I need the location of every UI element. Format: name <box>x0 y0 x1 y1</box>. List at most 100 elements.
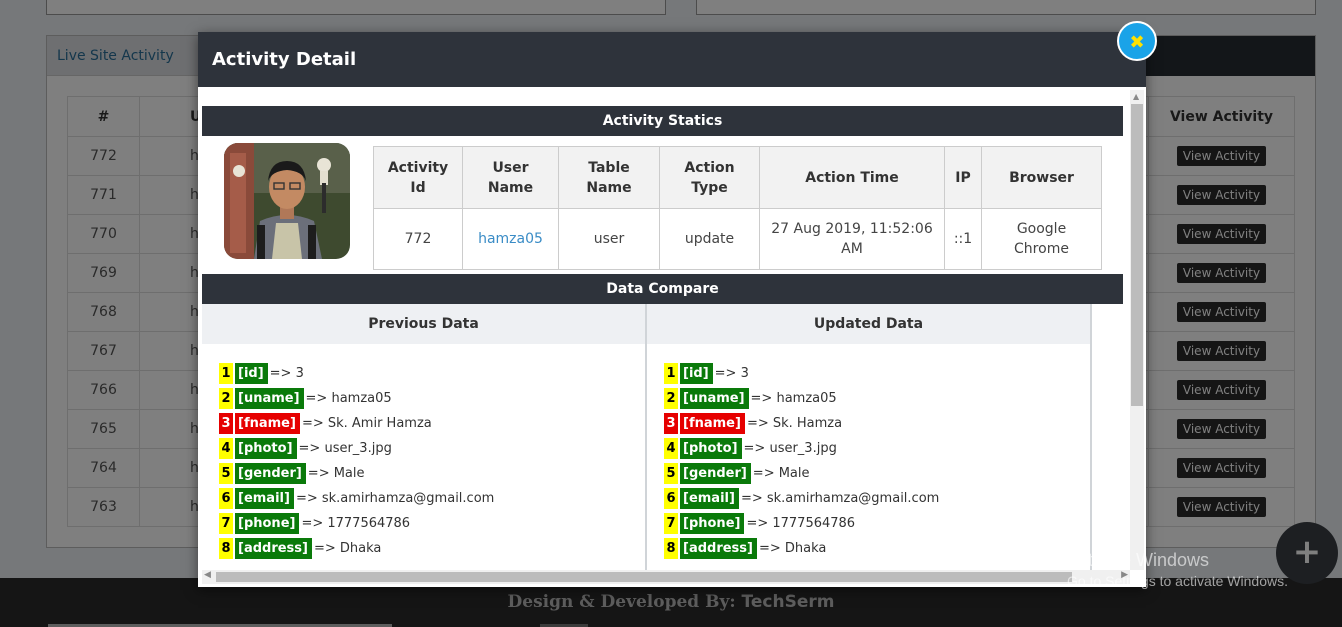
list-item: 7 [phone] => 1777564786 <box>219 511 645 536</box>
field-index: 1 <box>219 363 233 384</box>
vertical-scroll-thumb[interactable] <box>1131 104 1143 406</box>
list-item: 3 [fname] => Sk. Hamza <box>664 411 1090 436</box>
field-key: [uname] <box>235 388 304 409</box>
previous-data-heading: Previous Data <box>202 304 647 344</box>
field-index: 2 <box>664 388 678 409</box>
action-time-value: 27 Aug 2019, 11:52:06 AM <box>759 208 945 270</box>
action-type-value: update <box>659 208 760 270</box>
list-item: 5 [gender] => Male <box>664 461 1090 486</box>
field-index: 5 <box>219 463 233 484</box>
field-key: [uname] <box>680 388 749 409</box>
scroll-left-icon[interactable]: ◀ <box>204 570 211 580</box>
list-item: 1 [id] => 3 <box>664 361 1090 386</box>
header-activity-id: Activity Id <box>373 146 463 209</box>
info-header-row: Activity Id User Name Table Name Action … <box>373 146 1102 209</box>
activity-info-table: Activity Id User Name Table Name Action … <box>373 146 1102 270</box>
modal-body: Activity Statics Activity Id User Name T… <box>202 92 1128 570</box>
list-item: 1 [id] => 3 <box>219 361 645 386</box>
list-item: 3 [fname] => Sk. Amir Hamza <box>219 411 645 436</box>
field-value: => Male <box>752 466 810 481</box>
field-value: => Male <box>307 466 365 481</box>
field-index: 7 <box>219 513 233 534</box>
field-index: 4 <box>664 438 678 459</box>
horizontal-scrollbar[interactable]: ◀ ▶ <box>202 570 1130 584</box>
field-index: 6 <box>664 488 678 509</box>
header-browser: Browser <box>981 146 1102 209</box>
field-index: 2 <box>219 388 233 409</box>
field-value: => user_3.jpg <box>298 441 392 456</box>
field-key: [address] <box>235 538 312 559</box>
field-key: [address] <box>680 538 757 559</box>
compare-columns: 1 [id] => 3 2 [uname] => hamza05 3 [fname] => Sk… <box>202 344 1123 570</box>
field-key: [id] <box>680 363 713 384</box>
activity-statics-header: Activity Statics <box>202 106 1123 136</box>
horizontal-scroll-thumb[interactable] <box>216 572 1072 582</box>
field-value: => hamza05 <box>305 391 392 406</box>
field-index: 8 <box>664 538 678 559</box>
updated-data-heading: Updated Data <box>647 304 1092 344</box>
close-icon[interactable]: ✖ <box>1117 21 1157 61</box>
field-index: 6 <box>219 488 233 509</box>
field-index: 3 <box>664 413 678 434</box>
field-key: [photo] <box>680 438 742 459</box>
list-item: 7 [phone] => 1777564786 <box>664 511 1090 536</box>
field-value: => sk.amirhamza@gmail.com <box>740 491 940 506</box>
field-value: => Dhaka <box>313 541 382 556</box>
avatar <box>224 143 350 259</box>
field-key: [fname] <box>680 413 745 434</box>
field-value: => Sk. Amir Hamza <box>301 416 432 431</box>
field-value: => 1777564786 <box>301 516 411 531</box>
user-name-link[interactable]: hamza05 <box>478 231 543 247</box>
modal-title: Activity Detail <box>198 32 1146 87</box>
header-user-name: User Name <box>462 146 559 209</box>
list-item: 2 [uname] => hamza05 <box>219 386 645 411</box>
vertical-scrollbar[interactable]: ▲ <box>1130 90 1144 570</box>
list-item: 6 [email] => sk.amirhamza@gmail.com <box>219 486 645 511</box>
activity-statics: Activity Id User Name Table Name Action … <box>202 136 1123 274</box>
field-key: [email] <box>680 488 739 509</box>
watermark-line-1: Activate Windows <box>1067 550 1210 570</box>
windows-activation-watermark: Activate Windows Go to Settings to activ… <box>1067 550 1288 589</box>
field-index: 4 <box>219 438 233 459</box>
scroll-up-icon[interactable]: ▲ <box>1133 92 1139 101</box>
header-table-name: Table Name <box>558 146 660 209</box>
field-key: [phone] <box>680 513 745 534</box>
field-value: => hamza05 <box>750 391 837 406</box>
field-key: [id] <box>235 363 268 384</box>
field-key: [email] <box>235 488 294 509</box>
field-index: 7 <box>664 513 678 534</box>
watermark-line-2: Go to Settings to activate Windows. <box>1067 573 1288 589</box>
data-compare-header: Data Compare <box>202 274 1123 304</box>
field-index: 8 <box>219 538 233 559</box>
list-item: 5 [gender] => Male <box>219 461 645 486</box>
browser-value: Google Chrome <box>981 208 1102 270</box>
list-item: 4 [photo] => user_3.jpg <box>219 436 645 461</box>
list-item: 4 [photo] => user_3.jpg <box>664 436 1090 461</box>
field-key: [fname] <box>235 413 300 434</box>
user-photo <box>224 143 350 259</box>
list-item: 2 [uname] => hamza05 <box>664 386 1090 411</box>
activity-detail-modal: Activity Detail Activity Statics Activit… <box>198 32 1146 587</box>
table-name-value: user <box>558 208 660 270</box>
header-action-time: Action Time <box>759 146 945 209</box>
list-item: 6 [email] => sk.amirhamza@gmail.com <box>664 486 1090 511</box>
field-value: => 1777564786 <box>746 516 856 531</box>
updated-data-list: 1 [id] => 3 2 [uname] => hamza05 3 [fname] => Sk… <box>647 344 1092 570</box>
field-value: => user_3.jpg <box>743 441 837 456</box>
field-value: => 3 <box>269 366 304 381</box>
field-key: [gender] <box>680 463 751 484</box>
field-index: 5 <box>664 463 678 484</box>
user-name-cell: hamza05 <box>462 208 559 270</box>
previous-data-list: 1 [id] => 3 2 [uname] => hamza05 3 [fname] => Sk… <box>202 344 647 570</box>
header-ip: IP <box>944 146 982 209</box>
field-value: => sk.amirhamza@gmail.com <box>295 491 495 506</box>
field-value: => Sk. Hamza <box>746 416 843 431</box>
info-value-row: 772 hamza05 user update 27 Aug 2019, 11:… <box>373 208 1102 270</box>
field-index: 1 <box>664 363 678 384</box>
header-action-type: Action Type <box>659 146 760 209</box>
field-value: => 3 <box>714 366 749 381</box>
list-item: 8 [address] => Dhaka <box>664 536 1090 561</box>
field-index: 3 <box>219 413 233 434</box>
field-key: [gender] <box>235 463 306 484</box>
field-key: [phone] <box>235 513 300 534</box>
